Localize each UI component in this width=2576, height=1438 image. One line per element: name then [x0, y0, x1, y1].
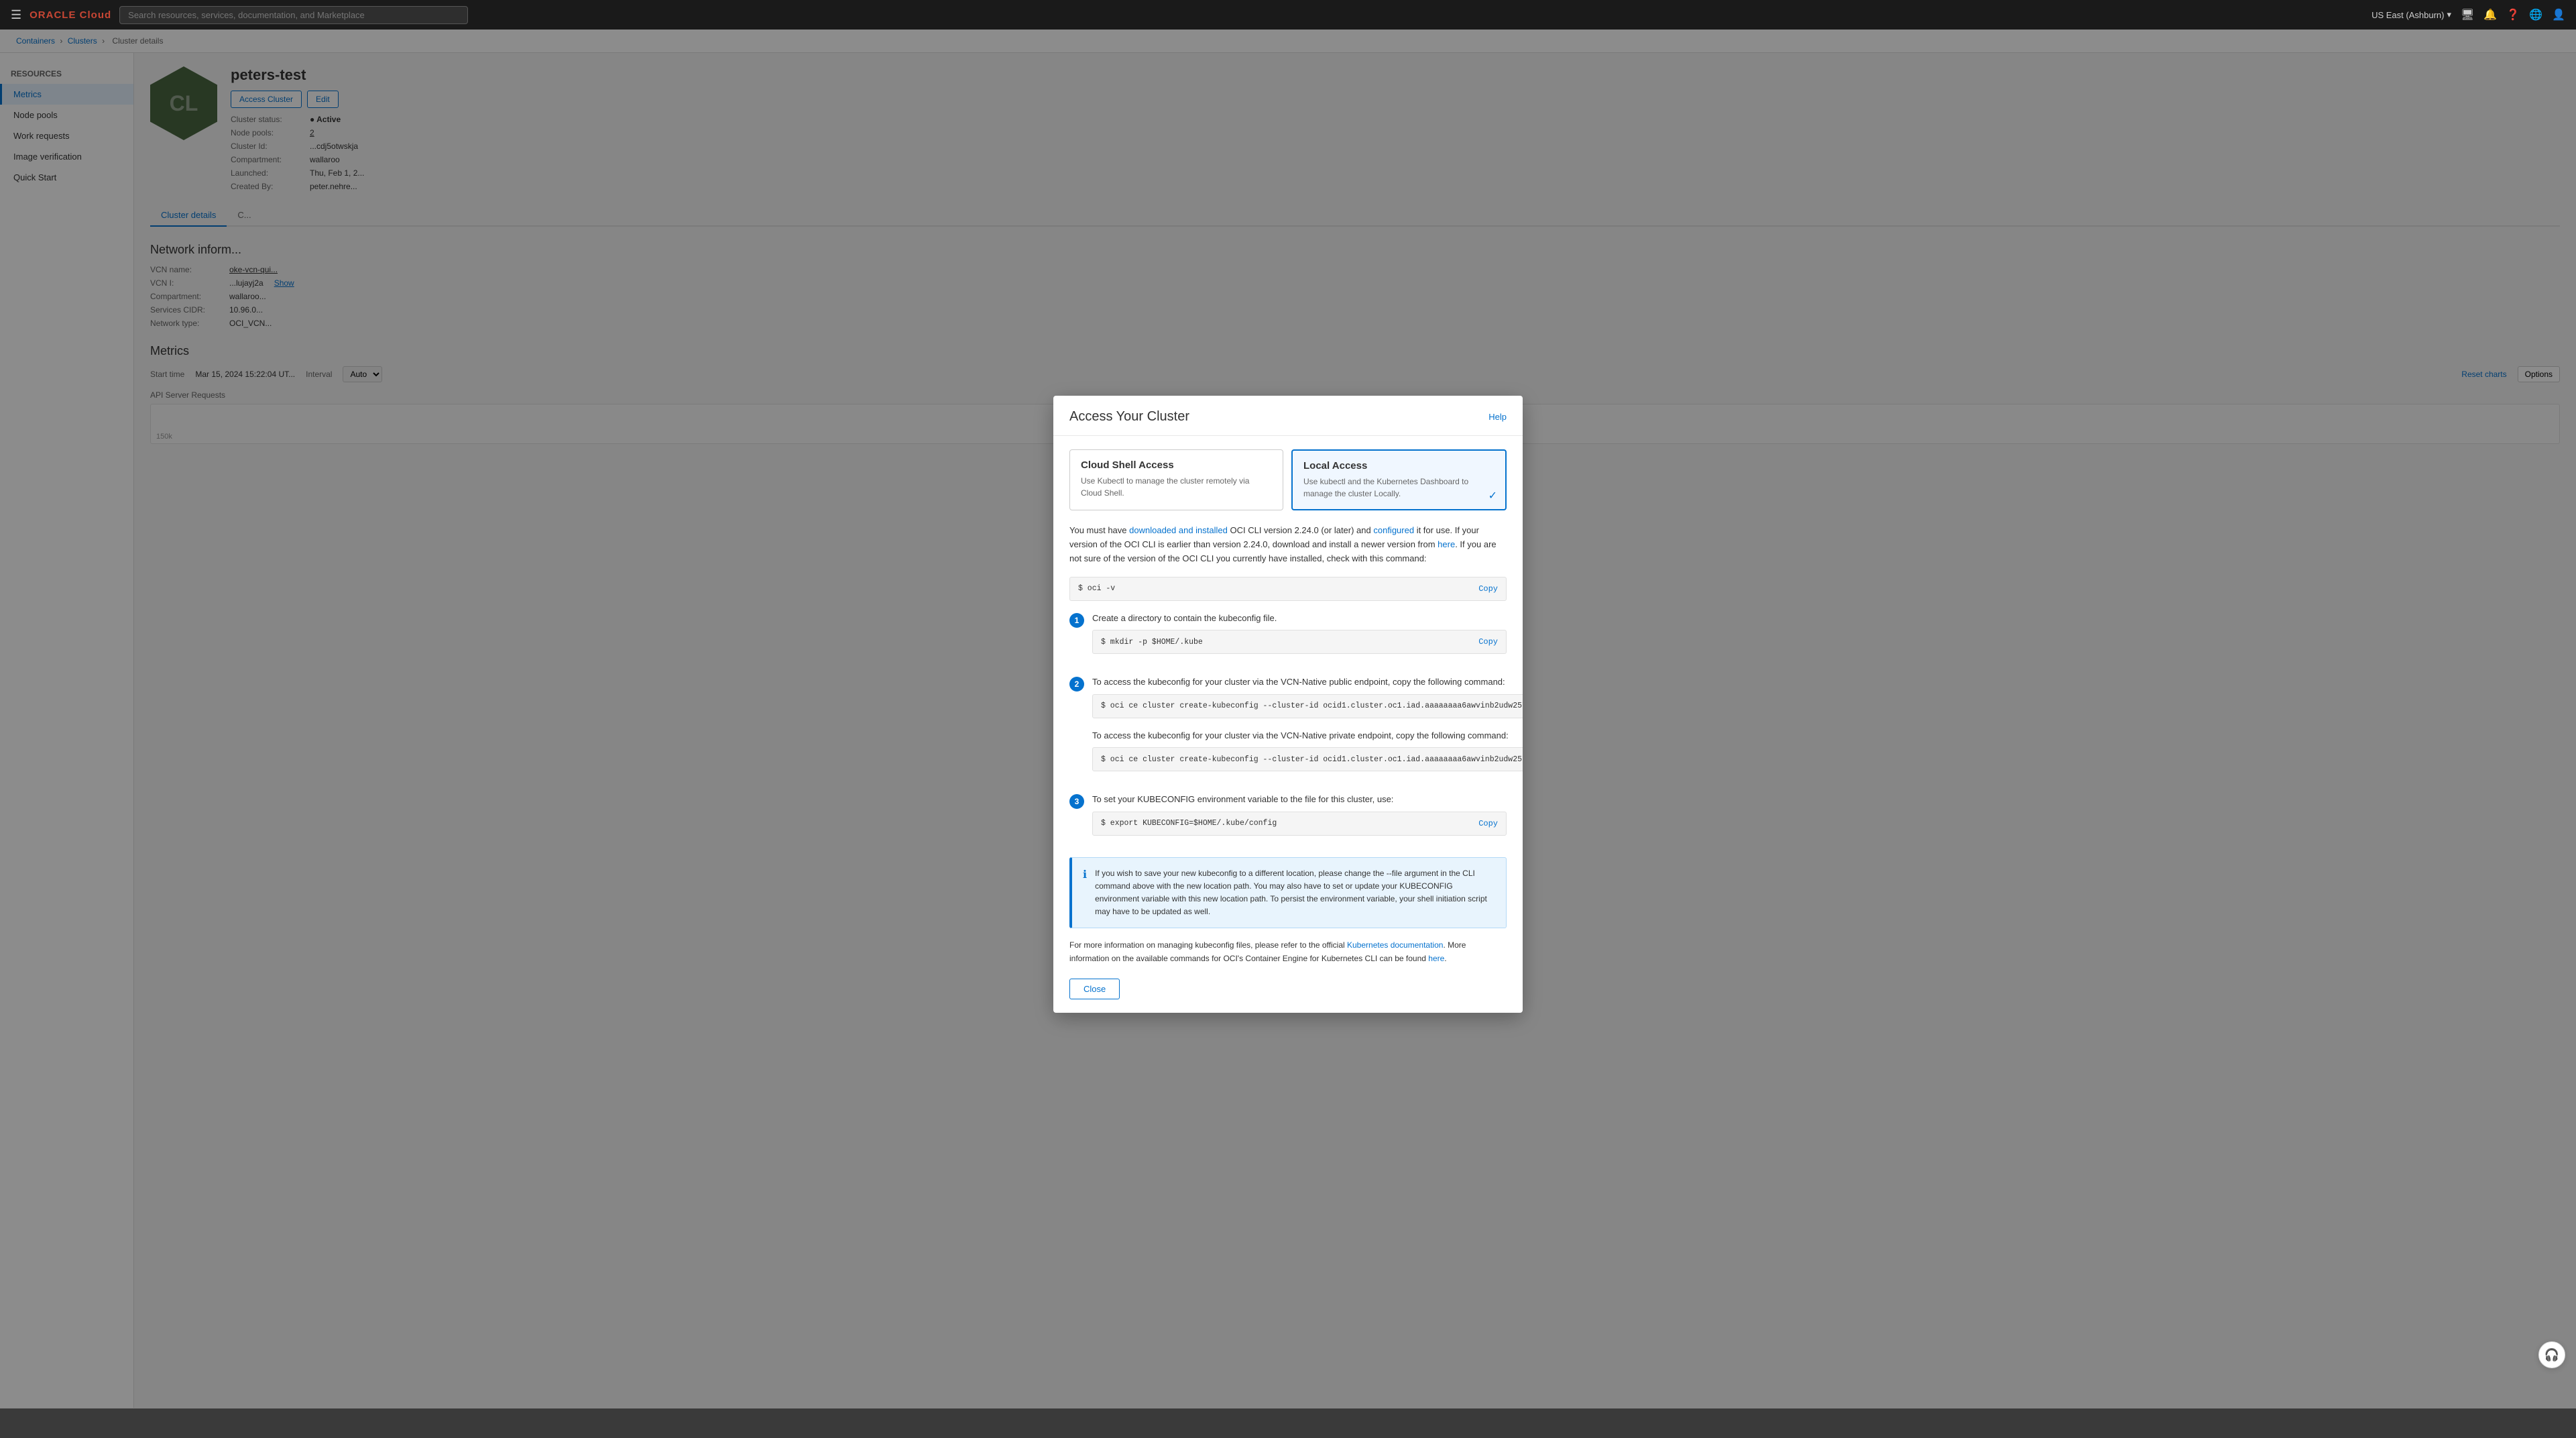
step-3-code: $ export KUBECONFIG=$HOME/.kube/config [1101, 819, 1473, 828]
here-link-2[interactable]: here [1428, 954, 1444, 963]
downloaded-installed-link[interactable]: downloaded and installed [1129, 525, 1228, 535]
notifications-icon[interactable]: 🔔 [2483, 8, 2497, 21]
step-1-code: $ mkdir -p $HOME/.kube [1101, 638, 1473, 647]
step-2-label-2: To access the kubeconfig for your cluste… [1092, 729, 1523, 742]
step-1-copy-button[interactable]: Copy [1478, 637, 1498, 647]
step-1-number: 1 [1069, 613, 1084, 628]
selected-checkmark: ✓ [1488, 489, 1497, 502]
step-3-code-block: $ export KUBECONFIG=$HOME/.kube/config C… [1092, 812, 1507, 836]
step-2-public-code: $ oci ce cluster create-kubeconfig --clu… [1101, 702, 1523, 710]
step-2-label: To access the kubeconfig for your cluste… [1092, 675, 1523, 689]
modal-title: Access Your Cluster [1069, 409, 1189, 425]
modal-body: Cloud Shell Access Use Kubectl to manage… [1053, 436, 1523, 1013]
instructions-text: You must have downloaded and installed O… [1069, 524, 1507, 565]
step-1-label: Create a directory to contain the kubeco… [1092, 612, 1507, 625]
cloud-shell-tab-title: Cloud Shell Access [1081, 459, 1272, 471]
step-2-private-code: $ oci ce cluster create-kubeconfig --clu… [1101, 755, 1523, 764]
step-2: 2 To access the kubeconfig for your clus… [1069, 675, 1507, 782]
cloud-text: Cloud [80, 9, 112, 21]
region-label: US East (Ashburn) [2372, 10, 2444, 20]
cloud-shell-tab-desc: Use Kubectl to manage the cluster remote… [1081, 475, 1272, 499]
modal-help-link[interactable]: Help [1488, 412, 1507, 422]
step-2-public-code-block: $ oci ce cluster create-kubeconfig --clu… [1092, 694, 1523, 718]
cloud-shell-icon[interactable]: 🖥 [2461, 8, 2474, 21]
info-icon: ℹ [1083, 868, 1087, 919]
step-3-copy-button[interactable]: Copy [1478, 819, 1498, 828]
oracle-text: ORACLE [30, 9, 76, 21]
help-icon[interactable]: ❓ [2506, 8, 2520, 21]
local-access-tab-title: Local Access [1303, 460, 1495, 472]
version-check-code-block: $ oci -v Copy [1069, 577, 1507, 601]
version-check-copy-button[interactable]: Copy [1478, 584, 1498, 594]
version-check-code: $ oci -v [1078, 584, 1473, 593]
hamburger-menu-icon[interactable]: ☰ [11, 8, 21, 22]
step-3: 3 To set your KUBECONFIG environment var… [1069, 793, 1507, 846]
footer-text: For more information on managing kubecon… [1069, 939, 1507, 964]
local-access-tab[interactable]: Local Access Use kubectl and the Kuberne… [1291, 449, 1507, 510]
close-button[interactable]: Close [1069, 979, 1120, 999]
chevron-down-icon: ▾ [2447, 9, 2451, 20]
here-link-1[interactable]: here [1438, 539, 1455, 549]
step-1-code-block: $ mkdir -p $HOME/.kube Copy [1092, 630, 1507, 654]
local-access-tab-desc: Use kubectl and the Kubernetes Dashboard… [1303, 476, 1495, 500]
step-2-number: 2 [1069, 677, 1084, 692]
modal-overlay: Access Your Cluster Help Cloud Shell Acc… [0, 0, 2576, 1408]
support-icon: 🎧 [2544, 1348, 2559, 1362]
step-1-content: Create a directory to contain the kubeco… [1092, 612, 1507, 665]
nav-right: US East (Ashburn) ▾ 🖥 🔔 ❓ 🌐 👤 [2372, 8, 2565, 21]
info-box-text: If you wish to save your new kubeconfig … [1095, 867, 1495, 919]
support-button[interactable]: 🎧 [2538, 1341, 2565, 1368]
kubernetes-docs-link[interactable]: Kubernetes documentation [1347, 940, 1443, 950]
step-3-content: To set your KUBECONFIG environment varia… [1092, 793, 1507, 846]
access-cluster-modal: Access Your Cluster Help Cloud Shell Acc… [1053, 396, 1523, 1013]
info-box: ℹ If you wish to save your new kubeconfi… [1069, 857, 1507, 929]
oracle-logo: ORACLE Cloud [30, 9, 111, 21]
top-navigation: ☰ ORACLE Cloud US East (Ashburn) ▾ 🖥 🔔 ❓… [0, 0, 2576, 30]
step-3-number: 3 [1069, 794, 1084, 809]
configured-link[interactable]: configured [1373, 525, 1414, 535]
step-1: 1 Create a directory to contain the kube… [1069, 612, 1507, 665]
user-profile-icon[interactable]: 👤 [2552, 8, 2565, 21]
search-input[interactable] [119, 6, 468, 24]
access-method-tabs: Cloud Shell Access Use Kubectl to manage… [1069, 449, 1507, 510]
region-selector[interactable]: US East (Ashburn) ▾ [2372, 9, 2451, 20]
step-2-content: To access the kubeconfig for your cluste… [1092, 675, 1523, 782]
cloud-shell-tab[interactable]: Cloud Shell Access Use Kubectl to manage… [1069, 449, 1283, 510]
step-3-label: To set your KUBECONFIG environment varia… [1092, 793, 1507, 806]
step-2-private-code-block: $ oci ce cluster create-kubeconfig --clu… [1092, 747, 1523, 771]
modal-header: Access Your Cluster Help [1053, 396, 1523, 436]
language-icon[interactable]: 🌐 [2529, 8, 2542, 21]
